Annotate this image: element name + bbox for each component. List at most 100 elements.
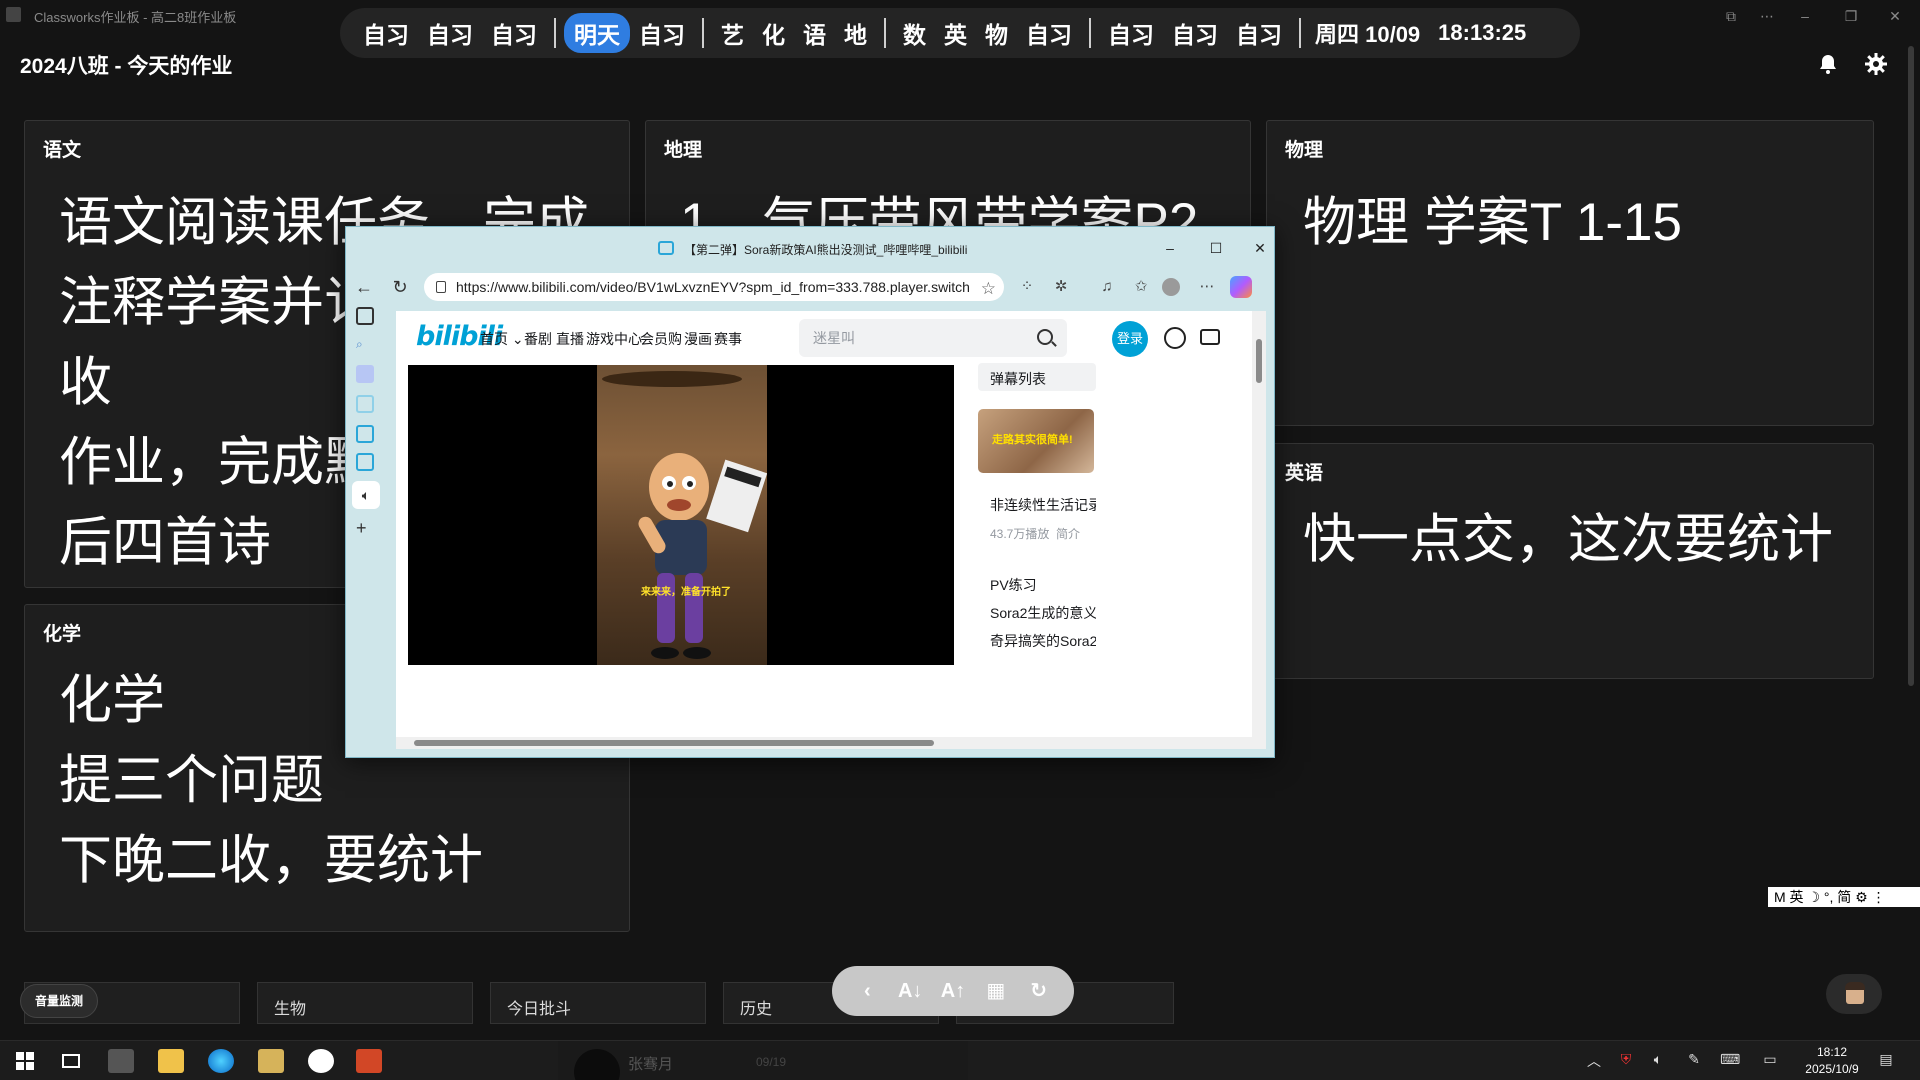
refresh-icon[interactable]: ↻: [1023, 975, 1055, 1007]
favorites-icon[interactable]: ✩: [1130, 276, 1152, 298]
premium-icon[interactable]: [1164, 327, 1186, 349]
security-icon[interactable]: ⛨: [1616, 1051, 1636, 1071]
volume-monitor-button[interactable]: 音量监测: [20, 984, 98, 1018]
vertical-scrollbar[interactable]: [1252, 311, 1266, 739]
nav-live[interactable]: 直播: [556, 329, 584, 349]
nav-home[interactable]: 首页 ⌄: [480, 329, 524, 349]
close-button[interactable]: ✕: [1880, 4, 1910, 28]
nav-game-center[interactable]: 游戏中心: [586, 329, 642, 349]
pen-icon[interactable]: ✎: [1684, 1051, 1704, 1071]
nav-member-shop[interactable]: 会员购: [640, 329, 682, 349]
nav-anime[interactable]: 番剧: [524, 329, 552, 349]
recommended-title[interactable]: 非连续性生活记录: [990, 495, 1096, 515]
schedule-slot: 自习: [1108, 22, 1154, 48]
view-count: 43.7万播放: [990, 527, 1050, 541]
intro-link[interactable]: 简介: [1056, 525, 1080, 542]
sidebar-app-icon[interactable]: [356, 365, 374, 383]
video-player[interactable]: 来来来，准备开拍了: [408, 365, 954, 665]
file-explorer-icon[interactable]: [158, 1049, 184, 1073]
taskbar-clock[interactable]: 18:12 2025/10/9: [1796, 1044, 1868, 1078]
card-physics[interactable]: 物理 物理 学案T 1-15: [1266, 120, 1874, 426]
favorite-star-icon[interactable]: ☆: [981, 275, 996, 301]
playlist-item[interactable]: PV练习: [990, 575, 1096, 595]
ime-toolbar[interactable]: M 英 ☽ °, 简 ⚙ ⋮: [1768, 887, 1920, 907]
reload-icon[interactable]: ↻: [388, 275, 412, 299]
nav-esports[interactable]: 赛事: [714, 329, 742, 349]
video-scene-image: [602, 371, 767, 659]
back-icon[interactable]: ←: [352, 275, 376, 299]
playlist-item[interactable]: 奇异搞笑的Sora2自: [990, 631, 1096, 651]
menu-icon[interactable]: ⋯: [1196, 276, 1218, 298]
task-view-icon[interactable]: [58, 1049, 84, 1073]
font-increase-icon[interactable]: A↑: [937, 975, 969, 1007]
bilibili-icon[interactable]: [356, 395, 374, 413]
schedule-slot: 自习: [1172, 22, 1218, 48]
search-icon[interactable]: ⌕: [356, 337, 374, 355]
browser-minimize-button[interactable]: –: [1158, 237, 1182, 259]
speaker-icon[interactable]: 🔈︎: [352, 481, 380, 509]
playlist-item[interactable]: Sora2生成的意义不: [990, 603, 1096, 623]
puzzle-icon[interactable]: ✲: [1050, 276, 1072, 298]
app-icon[interactable]: [108, 1049, 134, 1073]
read-aloud-icon[interactable]: ♫: [1096, 276, 1118, 298]
bilibili-icon[interactable]: [356, 453, 374, 471]
browser-window[interactable]: 【第二弹】Sora新政策AI熊出没测试_哔哩哔哩_bilibili – ☐ ✕ …: [345, 226, 1275, 758]
font-decrease-icon[interactable]: A↓: [894, 975, 926, 1007]
danmaku-list-button[interactable]: 弹幕列表: [978, 363, 1096, 391]
search-icon[interactable]: [1037, 329, 1053, 345]
minimize-button[interactable]: –: [1790, 4, 1820, 28]
browser-close-button[interactable]: ✕: [1248, 237, 1272, 259]
gear-icon[interactable]: [1864, 52, 1888, 76]
preview-date: 09/19: [756, 1055, 787, 1069]
clock-date: 2025/10/9: [1805, 1062, 1859, 1076]
powerpoint-icon[interactable]: [356, 1049, 382, 1073]
video-subtitle: 来来来，准备开拍了: [641, 587, 731, 598]
schedule-slot: 物: [985, 22, 1008, 48]
classworks-icon[interactable]: [258, 1049, 284, 1073]
tray-expand-icon[interactable]: ︿: [1584, 1051, 1604, 1071]
card-title: 英语: [1285, 463, 1324, 484]
notification-icon[interactable]: ▤: [1876, 1051, 1896, 1071]
more-icon[interactable]: ⋯: [1752, 4, 1782, 28]
schedule-divider: [702, 18, 704, 48]
assistant-avatar-button[interactable]: [1826, 974, 1882, 1014]
bottom-tab-critique[interactable]: 今日批斗: [490, 982, 706, 1024]
profile-avatar-icon[interactable]: [1162, 278, 1180, 296]
restore-button[interactable]: ❐: [1836, 4, 1866, 28]
tabs-icon[interactable]: [356, 307, 374, 325]
card-line: 下晚二收，要统计: [59, 831, 483, 890]
nav-comics[interactable]: 漫画: [684, 329, 712, 349]
taskbar: 张骞月 09/19 ︿ ⛨ 🔈︎ ✎ ⌨ ▭ 18:12 2025/10/9 ▤: [0, 1040, 1920, 1080]
display-icon[interactable]: ▭: [1760, 1051, 1780, 1071]
recommended-thumbnail[interactable]: 走路其实很简单!: [978, 409, 1094, 473]
bilibili-icon[interactable]: [356, 425, 374, 443]
card-english[interactable]: 英语 快一点交，这次要统计: [1266, 443, 1874, 679]
add-icon[interactable]: +: [356, 519, 374, 537]
browser-titlebar: 【第二弹】Sora新政策AI熊出没测试_哔哩哔哩_bilibili – ☐ ✕: [346, 227, 1274, 269]
snap-icon[interactable]: ⧉: [1716, 4, 1746, 28]
qq-icon[interactable]: [308, 1049, 334, 1073]
schedule-slot: 自习: [363, 22, 409, 48]
schedule-slot: 英: [944, 22, 967, 48]
bottom-tab-biology[interactable]: 生物: [257, 982, 473, 1024]
card-title: 物理: [1285, 140, 1324, 161]
login-button[interactable]: 登录: [1112, 321, 1148, 357]
copilot-icon[interactable]: [1230, 276, 1252, 298]
schedule-clock: 18:13:25: [1438, 20, 1527, 45]
schedule-slot-active[interactable]: 明天: [564, 13, 630, 53]
back-arrow-icon[interactable]: ‹: [851, 975, 883, 1007]
address-bar[interactable]: https://www.bilibili.com/video/BV1wLxvzn…: [424, 273, 1004, 301]
horizontal-scrollbar[interactable]: [396, 737, 1266, 749]
bell-icon[interactable]: [1816, 52, 1840, 76]
volume-icon[interactable]: 🔈︎: [1648, 1051, 1668, 1071]
calendar-icon[interactable]: ▦: [980, 975, 1012, 1007]
windows-start-icon[interactable]: [12, 1049, 38, 1073]
keyboard-icon[interactable]: ⌨: [1720, 1051, 1740, 1071]
browser-maximize-button[interactable]: ☐: [1204, 237, 1228, 259]
browser-content: bilibili 首页 ⌄ 番剧 直播 游戏中心 会员购 漫画 赛事 迷星叫 登…: [396, 311, 1266, 743]
edge-icon[interactable]: [208, 1049, 234, 1073]
search-input[interactable]: 迷星叫: [799, 319, 1067, 357]
extension-icon[interactable]: ⁘: [1016, 276, 1038, 298]
message-icon[interactable]: [1200, 329, 1220, 345]
url-text: https://www.bilibili.com/video/BV1wLxvzn…: [456, 279, 970, 295]
